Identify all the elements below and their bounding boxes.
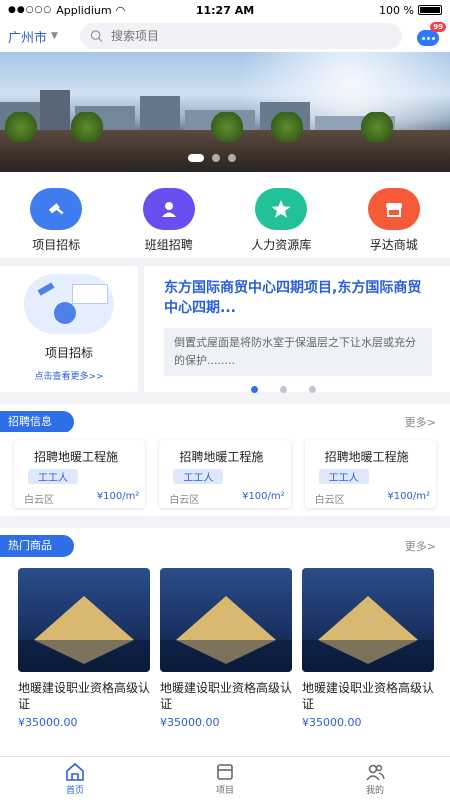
chat-icon <box>417 30 439 46</box>
banner-tree <box>210 112 244 142</box>
bidding-promo[interactable]: 项目招标 点击查看更多>> <box>0 266 144 392</box>
product-image <box>302 568 434 672</box>
quick-nav-project-bidding[interactable]: 项目招标 <box>6 188 106 253</box>
quick-nav-talent-pool[interactable]: 人力资源库 <box>231 188 331 253</box>
product-price: ¥35000.00 <box>302 716 362 729</box>
banner-building <box>140 96 180 132</box>
pager-dot[interactable] <box>212 154 220 162</box>
carrier-name: Applidium <box>56 3 112 17</box>
store-icon <box>367 188 420 230</box>
message-button[interactable]: 99 <box>414 22 446 50</box>
search-input[interactable] <box>111 29 392 43</box>
hot-section-header: 热门商品 更多> <box>0 528 450 564</box>
pager-dot[interactable] <box>308 386 316 393</box>
top-header: 广州市 ▼ 99 <box>0 20 450 52</box>
product-image <box>18 568 150 672</box>
pager-dot[interactable] <box>250 386 258 393</box>
job-price: ¥100/m² <box>96 491 140 502</box>
job-card[interactable]: 招聘地暖工程施 工工人 白云区 ¥100/m² <box>159 440 291 508</box>
home-icon <box>66 762 84 781</box>
message-badge: 99 <box>430 22 446 32</box>
banner-carousel[interactable] <box>0 52 450 172</box>
chevron-down-icon: ▼ <box>51 31 58 41</box>
product-card[interactable]: 地暖建设职业资格高级认证 ¥35000.00 <box>18 568 150 756</box>
view-more-link[interactable]: 点击查看更多>> <box>34 369 103 382</box>
tab-label: 我的 <box>365 786 384 796</box>
product-price: ¥35000.00 <box>18 716 78 729</box>
tab-projects[interactable]: 项目 <box>150 757 300 800</box>
tab-label: 项目 <box>215 786 234 796</box>
person-icon <box>142 188 195 230</box>
more-link[interactable]: 更多> <box>405 414 436 430</box>
city-selector[interactable]: 广州市 ▼ <box>8 27 80 46</box>
project-pager <box>134 386 432 393</box>
users-icon <box>366 764 385 781</box>
product-price: ¥35000.00 <box>160 716 220 729</box>
battery-icon <box>418 5 442 15</box>
job-tag: 工工人 <box>318 469 369 484</box>
job-price: ¥100/m² <box>242 491 285 502</box>
hammer-icon <box>30 188 83 230</box>
star-icon <box>255 188 308 230</box>
product-list: 地暖建设职业资格高级认证 ¥35000.00 地暖建设职业资格高级认证 ¥350… <box>0 562 450 756</box>
product-name: 地暖建设职业资格高级认证 <box>160 681 293 711</box>
quick-nav-label: 项目招标 <box>32 238 81 252</box>
search-bar[interactable] <box>80 23 402 49</box>
pager-dot[interactable] <box>228 154 236 162</box>
quick-nav-team-recruit[interactable]: 班组招聘 <box>119 188 219 253</box>
search-icon <box>90 30 103 43</box>
product-card[interactable]: 地暖建设职业资格高级认证 ¥35000.00 <box>302 568 434 756</box>
job-title: 招聘地暖工程施 <box>324 450 409 464</box>
banner-tree <box>70 112 104 142</box>
job-price: ¥100/m² <box>387 491 430 502</box>
banner-tree <box>270 112 304 142</box>
job-card[interactable]: 招聘地暖工程施 工工人 白云区 ¥100/m² <box>14 440 146 508</box>
project-icon <box>217 764 233 780</box>
job-list: 招聘地暖工程施 工工人 白云区 ¥100/m² 招聘地暖工程施 工工人 白云区 … <box>0 432 450 516</box>
product-image <box>160 568 292 672</box>
battery-percent: 100 % <box>379 3 414 17</box>
tab-label: 首页 <box>65 786 84 796</box>
product-name: 地暖建设职业资格高级认证 <box>18 681 151 711</box>
job-location: 白云区 <box>169 495 200 506</box>
more-link[interactable]: 更多> <box>405 538 436 554</box>
section-title: 热门商品 <box>0 535 74 557</box>
project-description: 倒置式屋面是将防水室于保温层之下让水层或充分的保护........ <box>164 328 432 376</box>
product-card[interactable]: 地暖建设职业资格高级认证 ¥35000.00 <box>160 568 292 756</box>
banner-building <box>40 90 70 132</box>
banner-tree <box>4 112 38 142</box>
bottom-tab-bar: 首页 项目 我的 <box>0 756 450 800</box>
banner-pager <box>188 154 236 162</box>
project-title: 东方国际商贸中心四期项目,东方国际商贸中心四期... <box>164 280 422 316</box>
tab-home[interactable]: 首页 <box>0 757 150 800</box>
bidding-illustration <box>24 274 114 334</box>
product-name: 地暖建设职业资格高级认证 <box>302 681 435 711</box>
job-title: 招聘地暖工程施 <box>179 450 264 464</box>
featured-project: 项目招标 点击查看更多>> 东方国际商贸中心四期项目,东方国际商贸中心四期...… <box>0 266 450 393</box>
banner-tree <box>360 112 394 142</box>
city-label: 广州市 <box>8 30 48 46</box>
job-location: 白云区 <box>24 495 54 506</box>
section-title: 招聘信息 <box>0 411 74 433</box>
quick-nav-label: 人力资源库 <box>251 238 312 252</box>
signal-icon: ●●○○○ <box>8 5 53 15</box>
wifi-icon: ◠ <box>115 3 126 17</box>
quick-nav: 项目招标 班组招聘 人力资源库 孚达商城 <box>0 172 450 258</box>
status-bar: ●●○○○ Applidium ◠ 11:27 AM 100 % <box>0 0 450 20</box>
job-tag: 工工人 <box>28 469 78 484</box>
bidding-promo-title: 项目招标 <box>44 346 93 360</box>
quick-nav-mall[interactable]: 孚达商城 <box>344 188 444 253</box>
quick-nav-label: 班组招聘 <box>144 238 193 252</box>
job-card[interactable]: 招聘地暖工程施 工工人 白云区 ¥100/m² <box>304 440 436 508</box>
tab-profile[interactable]: 我的 <box>300 757 450 800</box>
job-title: 招聘地暖工程施 <box>34 450 119 464</box>
job-tag: 工工人 <box>173 469 224 484</box>
job-location: 白云区 <box>314 495 345 506</box>
quick-nav-label: 孚达商城 <box>369 238 418 252</box>
clock: 11:27 AM <box>195 3 255 17</box>
pager-dot[interactable] <box>279 386 287 393</box>
pager-dot[interactable] <box>188 154 204 162</box>
project-card[interactable]: 东方国际商贸中心四期项目,东方国际商贸中心四期... 倒置式屋面是将防水室于保温… <box>144 266 450 393</box>
